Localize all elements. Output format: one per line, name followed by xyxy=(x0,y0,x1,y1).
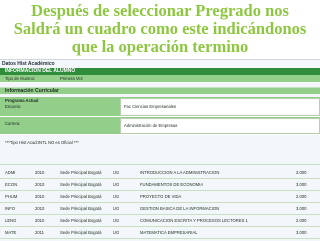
course-credits: 2.000 xyxy=(296,218,307,223)
course-row: ECON 2010 Sede Principal Bogotá UG FUNDAMENT… xyxy=(0,180,320,190)
student-type-label: Tipo de Alumno: xyxy=(5,76,36,81)
course-code: MATE xyxy=(5,230,17,235)
course-name: MATEMATICA EMPRESARIAL xyxy=(140,230,198,235)
course-year: 2010 xyxy=(35,218,45,223)
heading-line-2: Saldrá un cuadro como este indicándonos xyxy=(13,19,307,38)
row-divider xyxy=(0,190,320,191)
course-level: UG xyxy=(113,194,120,199)
career-value: Administración de Empresas xyxy=(120,118,320,134)
student-type-row: Tipo de Alumno: Primera Vez xyxy=(0,75,320,83)
course-row: ADMI 2010 Sede Principal Bogotá UG INTRODUCC… xyxy=(0,168,320,178)
row-divider xyxy=(0,214,320,215)
academic-history-window: Datos Hist Académico INFORMACION DEL ALU… xyxy=(0,59,320,241)
course-code: ECON xyxy=(5,182,18,187)
student-info-header: INFORMACION DEL ALUMNO xyxy=(0,68,320,75)
course-level: UG xyxy=(113,218,120,223)
course-year: 2010 xyxy=(35,206,45,211)
course-level: UG xyxy=(113,206,120,211)
row-divider xyxy=(0,226,320,227)
course-credits: 3.000 xyxy=(296,182,307,187)
school-label: Escuela: xyxy=(5,104,22,109)
row-divider xyxy=(0,238,320,239)
slide-heading: Después de seleccionar Pregrado nos Sald… xyxy=(0,0,320,62)
course-level: UG xyxy=(113,182,120,187)
course-row: MATE 2011 Sede Principal Bogotá UG MATEMATIC… xyxy=(0,228,320,238)
course-row: LENG 2010 Sede Principal Bogotá UG COMUNICAC… xyxy=(0,216,320,226)
course-credits: 3.000 xyxy=(296,230,307,235)
program-label: Programa Actual xyxy=(5,98,39,103)
course-code: INFO xyxy=(5,206,16,211)
course-name: PROYECTO DE VIDA xyxy=(140,194,182,199)
course-campus: Sede Principal Bogotá xyxy=(60,206,102,211)
course-campus: Sede Principal Bogotá xyxy=(60,182,102,187)
course-campus: Sede Principal Bogotá xyxy=(60,230,102,235)
school-value: Fac Ciencias Empresariales xyxy=(120,98,320,116)
course-level: UG xyxy=(113,230,120,235)
row-divider xyxy=(0,202,320,203)
course-row: PHUM 2010 Sede Principal Bogotá UG PROYECTO … xyxy=(0,192,320,202)
course-credits: 3.000 xyxy=(296,170,307,175)
window-title: Datos Hist Académico xyxy=(2,61,55,67)
course-campus: Sede Principal Bogotá xyxy=(60,218,102,223)
row-divider xyxy=(0,178,320,179)
course-credits: 3.000 xyxy=(296,206,307,211)
divider xyxy=(0,164,320,165)
course-code: ADMI xyxy=(5,170,16,175)
course-code: PHUM xyxy=(5,194,18,199)
course-name: GESTION BASICA DE LA INFORMACION xyxy=(140,206,220,211)
curricular-header: Información Curricular xyxy=(0,88,320,94)
course-year: 2011 xyxy=(35,230,45,235)
course-level: UG xyxy=(113,170,120,175)
heading-line-3: que la operación termino xyxy=(71,37,249,56)
course-campus: Sede Principal Bogotá xyxy=(60,194,102,199)
course-credits: 2.000 xyxy=(296,194,307,199)
student-type-value: Primera Vez xyxy=(60,76,83,81)
course-year: 2010 xyxy=(35,170,45,175)
course-name: COMUNICACION ESCRITA Y PROCESOS LECTORES… xyxy=(140,218,248,223)
career-label: Carrera: xyxy=(5,121,21,126)
course-code: LENG xyxy=(5,218,17,223)
heading-line-1: Después de seleccionar Pregrado nos xyxy=(31,1,289,20)
course-campus: Sede Principal Bogotá xyxy=(60,170,102,175)
course-row: INFO 2010 Sede Principal Bogotá UG GESTION B… xyxy=(0,204,320,214)
unofficial-note: ***Tipo Hist Acad:INTL NO es Oficial *** xyxy=(5,140,79,145)
course-year: 2010 xyxy=(35,182,45,187)
course-name: INTRODUCCION A LA ADMINISTRACION xyxy=(140,170,220,175)
course-name: FUNDAMENTOS DE ECONOMIA xyxy=(140,182,204,187)
course-year: 2010 xyxy=(35,194,45,199)
